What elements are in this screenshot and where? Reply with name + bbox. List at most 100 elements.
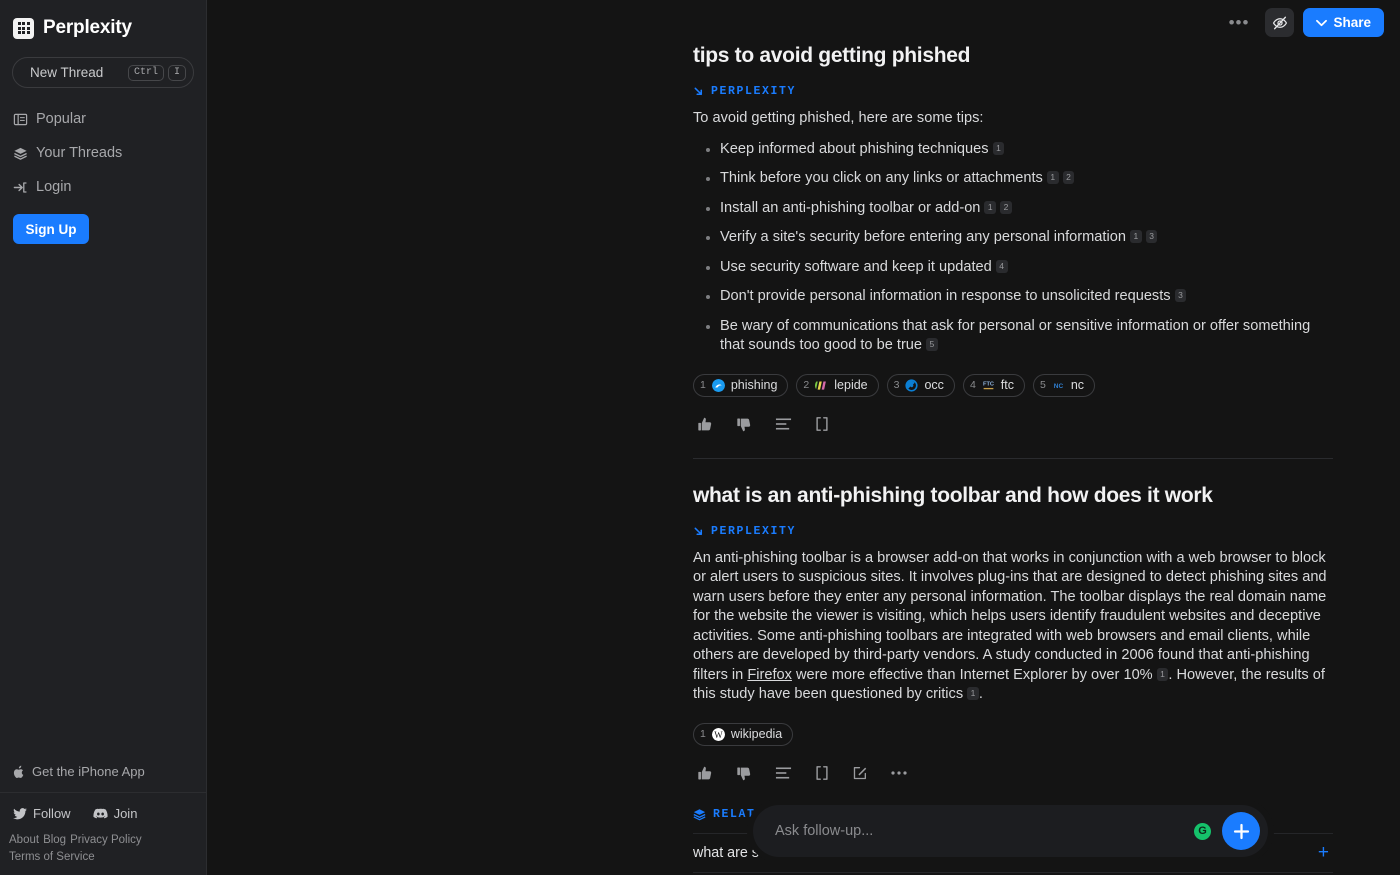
ftc-favicon-icon: FTC — [981, 378, 995, 392]
citation-badge[interactable]: 5 — [926, 338, 938, 351]
privacy-policy-link[interactable]: Privacy Policy — [70, 834, 142, 846]
sidebar-item-label: Popular — [36, 111, 86, 127]
cite-icon[interactable] — [814, 416, 830, 432]
source-chip[interactable]: 5 NC nc — [1032, 373, 1096, 397]
citation-badge[interactable]: 3 — [1145, 230, 1158, 243]
source-chip[interactable]: 1 W wikipedia — [693, 722, 794, 746]
discord-join-link[interactable]: Join — [93, 806, 138, 821]
nc-favicon-icon: NC — [1051, 378, 1065, 392]
follow-up-input[interactable] — [775, 823, 1194, 839]
perplexity-logo-icon — [13, 17, 34, 39]
citation-badge[interactable]: 3 — [1174, 289, 1187, 302]
source-number: 4 — [969, 379, 976, 391]
main-content: ••• Share tips to avoid getting phished … — [207, 0, 1400, 875]
thumbs-down-icon[interactable] — [736, 416, 753, 433]
sidebar-item-login[interactable]: Login — [0, 170, 206, 204]
question-title: tips to avoid getting phished — [693, 44, 971, 67]
source-number: 1 — [700, 728, 706, 740]
list-item: Install an anti-phishing toolbar or add-… — [693, 199, 1333, 219]
chevron-down-icon — [1316, 19, 1328, 26]
thumbs-up-icon[interactable] — [697, 416, 714, 433]
citation-badge[interactable]: 4 — [995, 259, 1008, 273]
answer-actions-2 — [693, 765, 1333, 782]
citation-badge[interactable]: 1 — [992, 141, 1005, 155]
cite-icon[interactable] — [814, 765, 830, 781]
sidebar-item-label: Your Threads — [36, 145, 123, 161]
answer-block-2: what is an anti-phishing toolbar and how… — [693, 484, 1333, 782]
more-options-button[interactable]: ••• — [1222, 10, 1257, 36]
terms-of-service-link[interactable]: Terms of Service — [9, 851, 95, 863]
thumbs-down-icon[interactable] — [736, 765, 753, 782]
source-label-text: PERPLEXITY — [711, 524, 797, 538]
brand-name: Perplexity — [43, 17, 132, 38]
add-related-icon[interactable]: + — [1318, 843, 1329, 862]
sidebar-item-your-threads[interactable]: Your Threads — [0, 136, 206, 170]
question-title: what is an anti-phishing toolbar and how… — [693, 483, 1213, 507]
summarize-icon[interactable] — [775, 417, 792, 431]
citation-badge[interactable]: 1 — [1129, 230, 1142, 243]
apple-icon — [13, 765, 24, 778]
answer-actions-1 — [693, 416, 1333, 433]
twitter-follow-link[interactable]: Follow — [13, 806, 71, 821]
tip-text: Install an anti-phishing toolbar or add-… — [720, 199, 981, 216]
related-item[interactable]: how doe + — [693, 871, 1333, 875]
paragraph-part-2: were more effective than Internet Explor… — [791, 666, 1153, 683]
share-label: Share — [1333, 15, 1371, 30]
social-label: Join — [113, 806, 138, 821]
brand[interactable]: Perplexity — [0, 0, 206, 39]
svg-text:W: W — [714, 729, 723, 739]
new-thread-button[interactable]: New Thread Ctrl I — [12, 57, 194, 88]
source-chip[interactable]: 2 lepide — [796, 373, 879, 397]
occ-favicon-icon — [905, 378, 919, 392]
sidebar-item-label: Login — [36, 179, 72, 195]
source-chip[interactable]: 1 phishing — [693, 373, 789, 397]
social-label: Follow — [33, 806, 71, 821]
iphone-app-label: Get the iPhone App — [32, 764, 145, 779]
firefox-link[interactable]: Firefox — [747, 667, 792, 683]
arrow-down-right-icon — [694, 527, 703, 535]
submit-follow-up-button[interactable] — [1222, 812, 1260, 850]
list-item: Use security software and keep it update… — [693, 258, 1333, 278]
list-item: Don't provide personal information in re… — [693, 287, 1333, 307]
sidebar-nav: Popular Your Threads Login — [0, 102, 206, 204]
about-link[interactable]: About — [9, 834, 39, 846]
get-iphone-app-link[interactable]: Get the iPhone App — [0, 752, 206, 793]
sign-up-button[interactable]: Sign Up — [13, 214, 89, 244]
share-button[interactable]: Share — [1303, 8, 1384, 37]
source-chip[interactable]: 3 occ — [886, 373, 955, 397]
perplexity-source-label: PERPLEXITY — [693, 85, 1333, 98]
citation-badge[interactable]: 1 — [1156, 667, 1169, 681]
wikipedia-favicon-icon: W — [711, 727, 725, 741]
citation-badge[interactable]: 2 — [1062, 171, 1075, 184]
citation-badge[interactable]: 1 — [1046, 171, 1059, 184]
summarize-icon[interactable] — [775, 766, 792, 780]
citation-badge[interactable]: 1 — [967, 687, 979, 700]
source-name: occ — [924, 378, 944, 392]
citation-badge[interactable]: 2 — [1000, 200, 1012, 214]
layers-icon — [14, 147, 27, 160]
perplexity-app: Perplexity New Thread Ctrl I Popular You… — [0, 0, 1400, 875]
follow-up-bar: G — [753, 805, 1268, 857]
blog-link[interactable]: Blog — [43, 834, 66, 846]
grammarly-icon[interactable]: G — [1194, 822, 1211, 840]
source-name: nc — [1070, 378, 1085, 392]
sidebar-item-popular[interactable]: Popular — [0, 102, 206, 136]
new-thread-label: New Thread — [30, 65, 104, 80]
answers-container: tips to avoid getting phished PERPLEXITY… — [207, 0, 1400, 875]
thumbs-up-icon[interactable] — [697, 765, 714, 782]
hide-incognito-button[interactable] — [1265, 8, 1295, 37]
tip-text: Be wary of communications that ask for p… — [720, 317, 1311, 354]
twitter-icon — [13, 807, 27, 819]
sources-list: 1 W wikipedia — [693, 722, 1333, 746]
phishing-favicon-icon — [711, 378, 725, 392]
more-icon[interactable] — [890, 770, 908, 776]
list-item: Keep informed about phishing techniques 1 — [693, 140, 1333, 160]
source-chip[interactable]: 4 FTC ftc — [962, 373, 1025, 397]
edit-icon[interactable] — [852, 765, 868, 781]
source-name: ftc — [1000, 378, 1014, 392]
svg-text:FTC: FTC — [983, 381, 994, 387]
citation-badge[interactable]: 1 — [984, 200, 997, 214]
tip-text: Use security software and keep it update… — [720, 258, 992, 275]
legal-links: About Blog Privacy Policy Terms of Service — [0, 827, 206, 875]
top-toolbar: ••• Share — [1222, 8, 1384, 37]
